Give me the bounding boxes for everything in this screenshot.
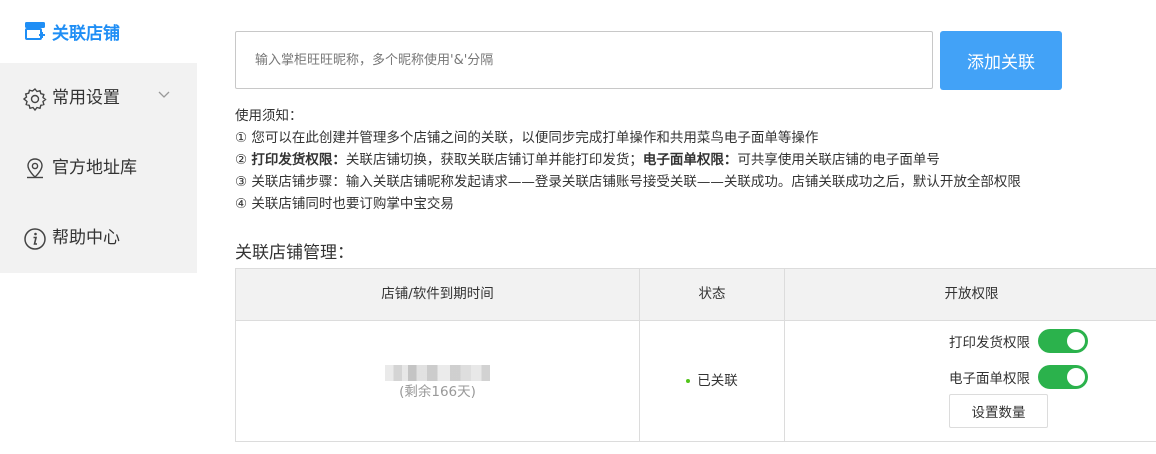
sidebar-item-label: 帮助中心 [52,228,120,248]
info-icon [24,228,46,250]
usage-notes: 使用须知： ① 您可以在此创建并管理多个店铺之间的关联，以便同步完成打单操作和共… [235,105,1021,215]
notes-line: ④ 关联店铺同时也要订购掌中宝交易 [235,196,454,212]
add-link-button[interactable]: 添加关联 [940,31,1062,90]
notes-line: ① 您可以在此创建并管理多个店铺之间的关联，以便同步完成打单操作和共用菜鸟电子面… [235,130,819,146]
sidebar-item-help-center[interactable]: 帮助中心 [0,203,197,273]
column-divider [784,269,785,441]
notes-text: 关联店铺切换，获取关联店铺订单并能打印发货； [345,152,643,168]
gear-icon [23,88,47,111]
print-ship-toggle[interactable] [1038,329,1088,353]
waybill-toggle[interactable] [1038,365,1088,389]
permission-waybill: 电子面单权限 [949,365,1088,389]
permission-print-ship: 打印发货权限 [949,329,1088,353]
column-header-permissions: 开放权限 [944,286,999,302]
nickname-input[interactable] [235,31,933,89]
notes-bold: 打印发货权限： [251,152,346,168]
notes-line-prefix: ② [235,152,252,168]
linked-shops-table: 店铺/软件到期时间 状态 开放权限 (剩余166天) 已关联 打印发货权限 电子… [235,268,1156,442]
sidebar-header: 关联店铺 [0,0,197,63]
nav-item-linked-shops-label: 关联店铺 [52,23,120,44]
column-header-shop: 店铺/软件到期时间 [381,286,494,302]
notes-heading: 使用须知： [235,108,303,124]
permission-label: 打印发货权限 [949,335,1030,351]
toggle-knob [1067,368,1085,386]
status-text: 已关联 [697,373,738,389]
sidebar-menu: 常用设置 官方地址库 帮助中心 [0,63,197,273]
notes-line: ③ 关联店铺步骤：输入关联店铺昵称发起请求——登录关联店铺账号接受关联——关联成… [235,174,1021,190]
sidebar-item-label: 常用设置 [52,88,120,108]
status-dot [686,379,691,383]
sidebar-item-address-library[interactable]: 官方地址库 [0,133,197,203]
section-title: 关联店铺管理： [235,243,354,263]
column-header-status: 状态 [698,286,726,302]
notes-text: 可共享使用关联店铺的电子面单号 [737,152,940,168]
main-content: 添加关联 使用须知： ① 您可以在此创建并管理多个店铺之间的关联，以便同步完成打… [197,0,1156,454]
sidebar-item-common-settings[interactable]: 常用设置 [0,63,197,133]
status-cell: 已关联 [640,321,784,441]
notes-bold: 电子面单权限： [642,152,738,168]
sidebar: 关联店铺 常用设置 官方地址库 帮助中心 [0,0,197,454]
remaining-days: (剩余166天) [399,384,476,400]
notes-line: ② 打印发货权限：关联店铺切换，获取关联店铺订单并能打印发货；电子面单权限：可共… [235,149,1021,171]
shop-cell: (剩余166天) [236,321,639,441]
nav-item-linked-shops[interactable]: 关联店铺 [24,18,120,44]
sidebar-item-label: 官方地址库 [52,158,137,178]
set-quantity-button[interactable]: 设置数量 [949,394,1048,428]
toggle-knob [1067,332,1085,350]
location-pin-icon [27,158,43,179]
table-header: 店铺/软件到期时间 状态 开放权限 [236,269,1156,321]
permission-label: 电子面单权限 [949,371,1030,387]
shop-name-redacted [385,365,490,381]
chevron-down-icon [158,91,170,98]
shop-link-icon [25,22,45,40]
